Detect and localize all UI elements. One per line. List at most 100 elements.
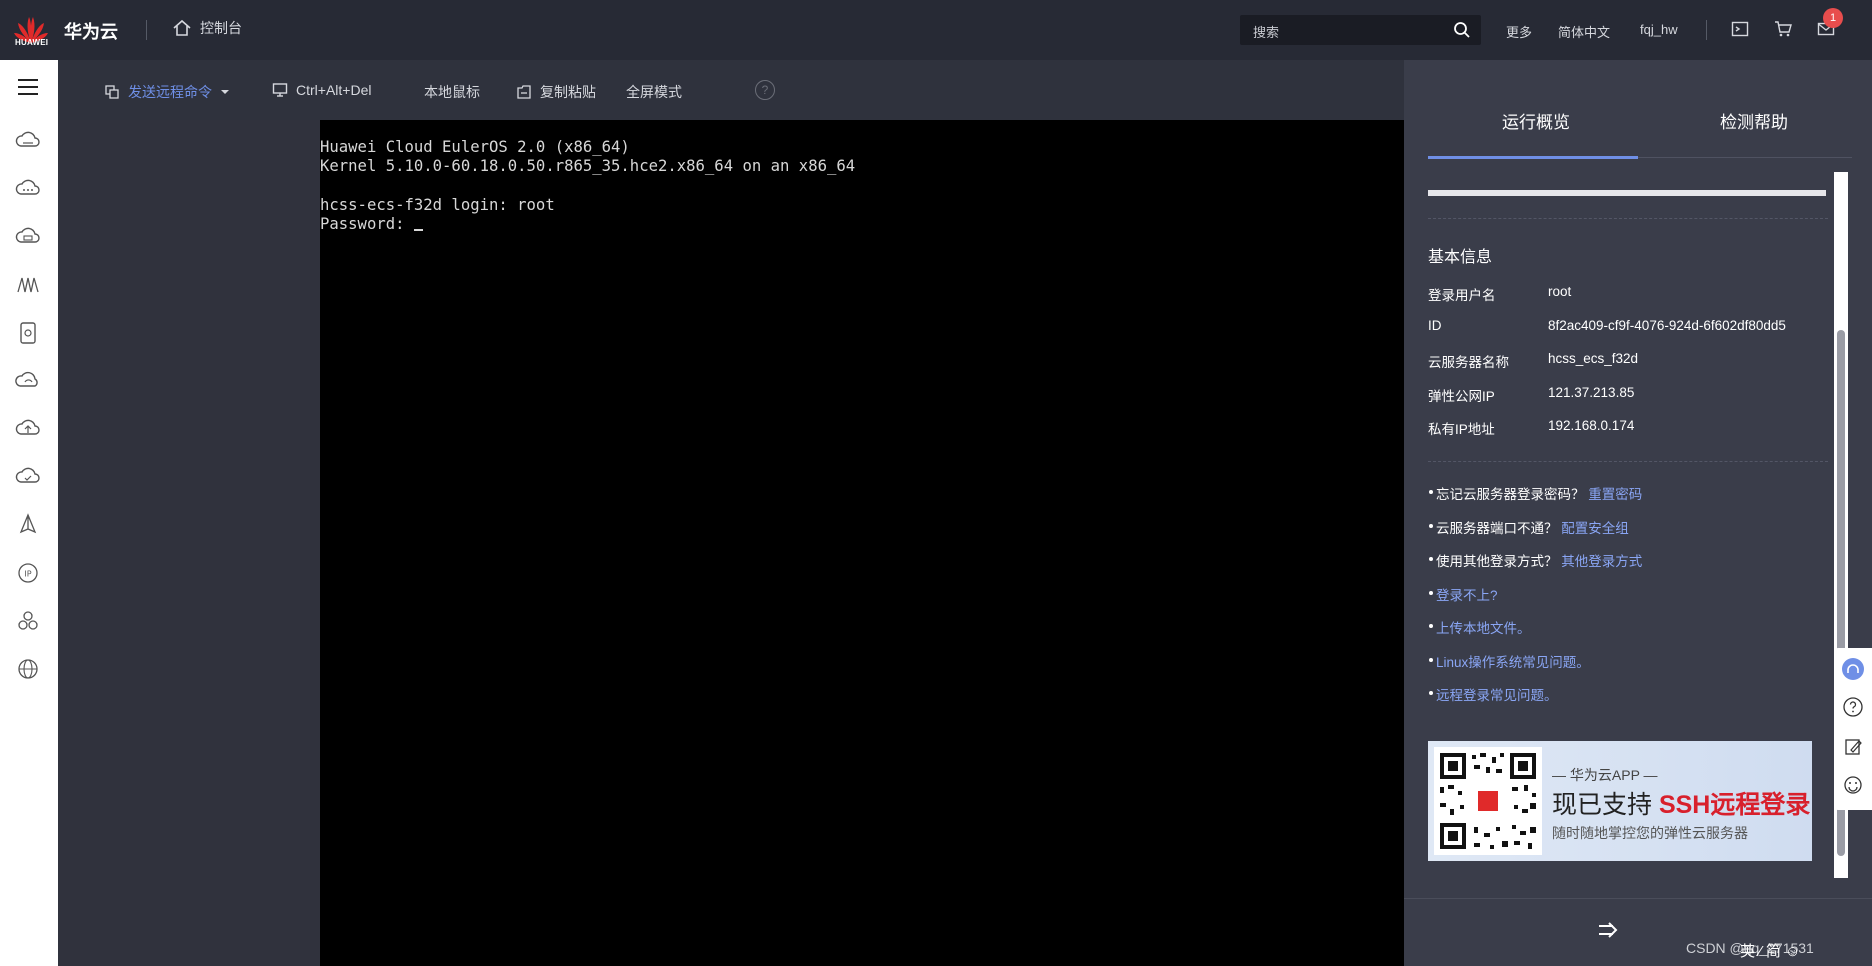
- basic-info-title: 基本信息: [1428, 249, 1493, 266]
- cart-icon[interactable]: [1774, 20, 1792, 38]
- globe-icon[interactable]: [15, 656, 41, 682]
- qr-code: [1434, 747, 1542, 855]
- id-label: ID: [1428, 318, 1442, 333]
- user-menu[interactable]: fqj_hw: [1640, 22, 1678, 37]
- help-text: 忘记云服务器登录密码？: [1436, 487, 1585, 502]
- collapse-panel-icon[interactable]: [1596, 920, 1620, 940]
- fullscreen-label: 全屏模式: [626, 84, 682, 100]
- copy-paste-button[interactable]: 复制粘贴: [516, 82, 596, 102]
- list-item: 忘记云服务器登录密码？ 重置密码: [1428, 483, 1642, 503]
- help-text: 使用其他登录方式？: [1436, 554, 1558, 569]
- list-item: 使用其他登录方式？ 其他登录方式: [1428, 550, 1642, 570]
- promo-headline: 现已支持 SSH远程登录: [1552, 785, 1810, 821]
- promo-subtitle: — 华为云APP —: [1552, 767, 1658, 783]
- ctrl-alt-del-label: Ctrl+Alt+Del: [296, 82, 372, 98]
- divider: [1404, 898, 1872, 899]
- panel-tabs: 运行概览 检测帮助: [1428, 60, 1852, 158]
- caret-down-icon: [221, 90, 229, 94]
- private-ip-label: 私有IP地址: [1428, 422, 1495, 437]
- help-text: 云服务器端口不通？: [1436, 521, 1558, 536]
- ctrl-alt-del-button[interactable]: Ctrl+Alt+Del: [272, 82, 371, 98]
- more-menu[interactable]: 更多: [1506, 22, 1532, 41]
- promo-headline-prefix: 现已支持: [1552, 791, 1659, 819]
- feedback-icon[interactable]: [1842, 736, 1864, 758]
- floating-help-bar: [1834, 648, 1872, 810]
- login-user-value: root: [1548, 284, 1572, 299]
- logo-text: HUAWEI: [15, 38, 49, 47]
- console-label: 控制台: [200, 20, 242, 36]
- divider: [1428, 461, 1828, 462]
- list-item: 远程登录常见问题。: [1429, 684, 1558, 704]
- menu-icon[interactable]: [15, 74, 41, 100]
- list-item: 云服务器端口不通？ 配置安全组: [1429, 517, 1629, 537]
- list-item: Linux操作系统常见问题。: [1429, 651, 1590, 671]
- ime-indicator[interactable]: 英 ⁄ 简 ☺: [1740, 940, 1800, 961]
- cloud-check-icon[interactable]: [15, 464, 41, 490]
- promo-footer: 随时随地掌控您的弹性云服务器: [1552, 825, 1748, 841]
- question-icon[interactable]: [1842, 696, 1864, 718]
- tab-run-overview[interactable]: 运行概览: [1502, 108, 1570, 133]
- command-icon: [105, 85, 119, 99]
- divider: [146, 20, 147, 40]
- security-group-link[interactable]: 配置安全组: [1561, 521, 1629, 536]
- remote-toolbar: 发送远程命令 Ctrl+Alt+Del 本地鼠标 复制粘贴 全屏模式 ?: [58, 60, 1404, 120]
- linux-faq-link[interactable]: Linux操作系统常见问题。: [1436, 655, 1590, 670]
- search-placeholder: 搜索: [1253, 25, 1280, 40]
- cloud-server-icon[interactable]: [15, 176, 41, 202]
- top-bar: HUAWEI 华为云 控制台 搜索 更多 简体中文 fqj_hw 1: [0, 0, 1872, 60]
- home-icon: [173, 19, 191, 36]
- deploy-icon[interactable]: [15, 512, 41, 538]
- fullscreen-button[interactable]: 全屏模式: [626, 82, 682, 102]
- remote-login-faq-link[interactable]: 远程登录常见问题。: [1436, 688, 1558, 703]
- promo-headline-highlight: SSH远程登录: [1658, 791, 1811, 819]
- divider: [1428, 218, 1828, 219]
- divider: [1706, 20, 1707, 40]
- public-ip-label: 弹性公网IP: [1428, 389, 1495, 404]
- terminal-cursor: [413, 229, 423, 232]
- monitor-icon: [272, 83, 288, 97]
- send-command-menu[interactable]: 发送远程命令: [104, 82, 230, 102]
- search-icon[interactable]: [1453, 21, 1471, 39]
- copy-paste-label: 复制粘贴: [540, 84, 596, 100]
- app-promo-banner[interactable]: — 华为云APP — 现已支持 SSH远程登录 随时随地掌控您的弹性云服务器: [1428, 741, 1812, 861]
- clipboard-icon: [517, 85, 531, 99]
- vnc-terminal[interactable]: Huawei Cloud EulerOS 2.0 (x86_64) Kernel…: [320, 120, 1404, 966]
- message-badge: 1: [1823, 8, 1843, 28]
- ecs-icon[interactable]: [15, 128, 41, 154]
- search-input[interactable]: 搜索: [1240, 15, 1481, 45]
- server-name-label: 云服务器名称: [1428, 355, 1509, 370]
- terminal-output: Huawei Cloud EulerOS 2.0 (x86_64) Kernel…: [320, 138, 856, 234]
- language-menu[interactable]: 简体中文: [1558, 22, 1610, 41]
- list-item: 登录不上?: [1429, 584, 1498, 604]
- send-command-label: 发送远程命令: [128, 84, 212, 100]
- local-mouse-label: 本地鼠标: [424, 84, 480, 100]
- cloud-sync-icon[interactable]: [15, 368, 41, 394]
- private-ip-value: 192.168.0.174: [1548, 418, 1635, 433]
- upload-file-link[interactable]: 上传本地文件。: [1436, 621, 1531, 636]
- public-ip-value: 121.37.213.85: [1548, 385, 1635, 400]
- cloud-upload-icon[interactable]: [15, 416, 41, 442]
- database-icon[interactable]: [15, 320, 41, 346]
- server-name-value: hcss_ecs_f32d: [1548, 351, 1639, 366]
- reset-password-link[interactable]: 重置密码: [1588, 487, 1642, 502]
- tab-detection-help[interactable]: 检测帮助: [1720, 108, 1788, 133]
- network-icon[interactable]: [15, 272, 41, 298]
- terminal-icon[interactable]: [1731, 20, 1749, 38]
- console-link[interactable]: 控制台: [172, 18, 242, 38]
- brand-name[interactable]: 华为云: [64, 18, 118, 44]
- customer-service-icon[interactable]: [1842, 658, 1864, 680]
- other-login-link[interactable]: 其他登录方式: [1561, 554, 1642, 569]
- ip-icon[interactable]: IP: [15, 560, 41, 586]
- login-user-label: 登录用户名: [1428, 288, 1496, 303]
- list-item: 上传本地文件。: [1429, 617, 1531, 637]
- local-mouse-button[interactable]: 本地鼠标: [424, 82, 480, 102]
- cloud-storage-icon[interactable]: [15, 224, 41, 250]
- svg-text:IP: IP: [24, 570, 31, 579]
- cannot-login-link[interactable]: 登录不上?: [1436, 588, 1498, 603]
- side-nav: IP: [0, 60, 58, 966]
- smiley-icon[interactable]: [1842, 774, 1864, 796]
- help-icon[interactable]: ?: [755, 80, 775, 100]
- cluster-icon[interactable]: [15, 608, 41, 634]
- active-tab-indicator: [1428, 156, 1638, 159]
- usage-progress-bar: [1428, 190, 1826, 196]
